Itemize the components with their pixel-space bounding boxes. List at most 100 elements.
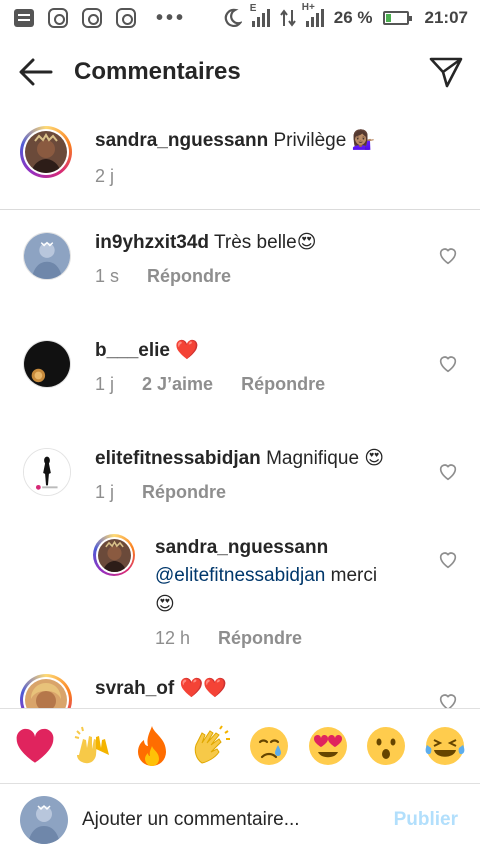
data-transfer-icon [279,9,296,27]
signal-e-icon: E [250,3,270,27]
reply-item: sandra_nguessann @elitefitnessabidjan me… [0,532,480,662]
instagram-notification-icon [82,8,102,28]
more-notifications-icon: ••• [156,6,187,29]
red-heart-icon [16,728,54,763]
tears-of-joy-face-icon [425,727,465,765]
caption-text: sandra_nguessann Privilège 💁🏽‍♀️ [95,126,375,155]
comment-username[interactable]: sandra_nguessann [155,537,328,558]
avatar[interactable] [23,340,71,388]
story-ring[interactable] [20,126,72,178]
likes-count[interactable]: 2 J’aime [142,374,213,395]
reply-button[interactable]: Répondre [241,374,325,395]
network-type-label: E [249,3,257,14]
arrow-left-icon [19,58,53,86]
comment-text: svrah_of ❤️❤️ [95,674,227,703]
signal-hplus-icon: H+ [302,2,324,27]
caption-body: Privilège [273,130,347,151]
comment-time: 1 j [95,374,115,394]
comment-meta: 12 h Répondre [155,628,302,649]
emoji-surprised-button[interactable] [363,723,409,769]
header: Commentaires [0,44,480,100]
comment-item: b___elie ❤️ 1 j 2 J’aime Répondre [0,336,480,426]
comment-emoji: ❤️❤️ [179,677,227,699]
caption-meta: 2 j [95,166,114,187]
comment-item: elitefitnessabidjan Magnifique 😍 1 j Rép… [0,444,480,534]
caption-time: 2 j [95,166,115,186]
comment-body: Magnifique [266,448,360,469]
clapping-hands-icon [194,725,230,764]
emoji-crying-button[interactable] [246,723,292,769]
comment-emoji: 😍 [296,231,317,253]
comment-item: in9yhzxit34d Très belle😍 1 s Répondre [0,228,480,318]
crying-face-icon [250,727,289,765]
comment-input[interactable] [82,799,362,840]
heart-eyes-face-icon [308,727,347,765]
comment-text: b___elie ❤️ [95,336,199,365]
reply-button[interactable]: Répondre [142,482,226,503]
comment-body: Très belle [213,232,297,253]
comment-username[interactable]: in9yhzxit34d [95,232,209,253]
avatar [25,131,67,173]
emoji-fire-button[interactable] [129,723,175,769]
comment-username[interactable]: svrah_of [95,678,174,699]
comment-item: svrah_of ❤️❤️ [0,674,480,708]
comment-meta: 1 s Répondre [95,266,231,287]
comment-time: 12 h [155,628,191,648]
comment-meta: 1 j Répondre [95,482,226,503]
comment-time: 1 j [95,482,115,502]
avatar [25,679,67,708]
reply-button[interactable]: Répondre [147,266,231,287]
message-notification-icon [14,9,34,27]
avatar-ring-gap [95,536,133,574]
raising-hands-icon [74,726,109,764]
comment-text: sandra_nguessann @elitefitnessabidjan me… [155,534,405,619]
avatar-ring-gap [23,677,69,708]
emoji-heart-button[interactable] [12,723,58,769]
post-caption: sandra_nguessann Privilège 💁🏽‍♀️ 2 j [0,120,480,210]
status-notification-icons: ••• [14,7,186,30]
avatar [97,538,131,572]
comment-emoji: 😍 [155,593,175,615]
heart-icon[interactable] [437,690,459,708]
avatar[interactable] [23,232,71,280]
emoji-heart-eyes-button[interactable] [305,723,351,769]
comment-text: elitefitnessabidjan Magnifique 😍 [95,444,384,473]
emoji-laughing-button[interactable] [422,723,468,769]
comment-username[interactable]: b___elie [95,340,170,361]
heart-icon[interactable] [437,352,459,374]
comment-username[interactable]: elitefitnessabidjan [95,448,261,469]
heart-icon[interactable] [437,460,459,482]
comment-emoji: ❤️ [175,339,199,361]
emoji-raising-hands-button[interactable] [71,723,117,769]
story-ring[interactable] [20,674,72,708]
comment-meta: 1 j 2 J’aime Répondre [95,374,325,395]
comment-text: in9yhzxit34d Très belle😍 [95,228,317,257]
heart-icon[interactable] [437,548,459,570]
status-system-icons: E H+ 26 % 21:07 [222,2,468,28]
avatar[interactable] [23,448,71,496]
status-bar: ••• E H+ 26 % 21:07 [0,0,480,36]
comment-time: 1 s [95,266,120,286]
network-type-label: H+ [301,2,315,13]
battery-icon [382,11,412,25]
comment-body: merci [330,565,378,586]
quick-emoji-bar [0,708,480,784]
battery-fill [385,14,392,22]
caption-emoji: 💁🏽‍♀️ [351,129,376,151]
fire-icon [138,726,167,766]
caption-username[interactable]: sandra_nguessann [95,130,268,151]
mention-link[interactable]: @elitefitnessabidjan [155,565,325,586]
emoji-clapping-button[interactable] [188,723,234,769]
instagram-notification-icon [48,8,68,28]
moon-icon [224,8,242,27]
battery-percent: 26 % [333,8,373,27]
clock: 21:07 [424,8,468,27]
share-button[interactable] [426,52,466,92]
heart-icon[interactable] [437,244,459,266]
story-ring[interactable] [93,534,135,576]
avatar-ring-gap [23,129,69,175]
reply-button[interactable]: Répondre [218,628,302,649]
back-button[interactable] [16,52,56,92]
publish-button[interactable]: Publier [394,809,458,831]
paper-plane-icon [429,57,463,88]
